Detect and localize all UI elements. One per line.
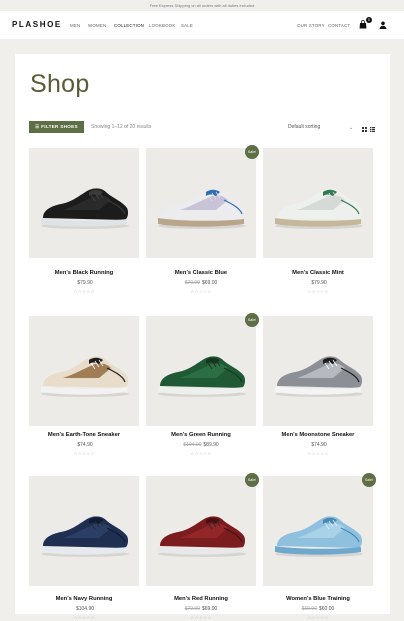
nav-lookbook[interactable]: LOOKBOOK [149, 23, 176, 28]
rating-stars: ☆☆☆☆☆ [190, 615, 212, 620]
current-price: $79.90 [311, 280, 327, 286]
shoe-illustration [41, 188, 129, 229]
filter-icon: ☰ [35, 124, 40, 129]
old-price: $79.90 [184, 606, 200, 612]
product-price: $79.90 [263, 280, 373, 286]
product-image[interactable] [263, 316, 373, 426]
product-name[interactable]: Men's Earth-Tone Sneaker [29, 432, 139, 438]
user-icon [379, 21, 387, 29]
sort-select[interactable]: Default sorting [288, 124, 358, 130]
sale-badge: Sale! [245, 473, 259, 487]
product-image[interactable]: Sale! [263, 473, 376, 586]
shoe-illustration [158, 188, 246, 229]
rating-stars: ☆☆☆☆☆ [73, 451, 95, 456]
shipping-announcement: Free Express Shipping on all orders with… [0, 0, 404, 11]
current-price: $104.90 [75, 606, 95, 612]
rating-stars: ☆☆☆☆☆ [307, 615, 329, 620]
rating-stars: ☆☆☆☆☆ [307, 451, 329, 456]
product-price: $74.90 [263, 442, 373, 448]
product-name[interactable]: Men's Moonstone Sneaker [263, 432, 373, 438]
current-price: $79.90 [77, 280, 93, 286]
nav-women[interactable]: WOMEN [88, 23, 106, 28]
cart-count-badge: 0 [366, 17, 372, 23]
sale-badge: Sale! [245, 145, 259, 159]
account-button[interactable] [379, 21, 388, 30]
current-price: $69.90 [202, 606, 218, 612]
nav-contact[interactable]: CONTACT [328, 23, 350, 28]
nav-men[interactable]: MEN [70, 23, 80, 28]
shoe-illustration [275, 188, 363, 229]
rating-stars: ☆☆☆☆☆ [307, 289, 329, 294]
sale-badge: Sale! [362, 473, 376, 487]
current-price: $69.00 [202, 280, 218, 286]
product-image[interactable] [29, 148, 139, 258]
current-price: $60.00 [319, 606, 335, 612]
main-navigation: PLASHOE MEN WOMEN COLLECTION LOOKBOOK SA… [0, 11, 404, 39]
product-name[interactable]: Men's Classic Mint [263, 270, 373, 276]
product-name[interactable]: Men's Green Running [146, 432, 256, 438]
chevron-down-icon[interactable]: ⌄ [349, 125, 353, 131]
product-image[interactable] [29, 476, 139, 586]
list-view-button[interactable] [370, 127, 375, 132]
cart-button[interactable]: 0 [359, 17, 372, 30]
shop-content: Shop ☰ FILTER SHOES Showing 1–12 of 20 r… [15, 54, 390, 620]
rating-stars: ☆☆☆☆☆ [73, 289, 95, 294]
rating-stars: ☆☆☆☆☆ [190, 289, 212, 294]
product-name[interactable]: Women's Blue Training [263, 596, 373, 602]
result-count: Showing 1–12 of 20 results [91, 124, 152, 130]
site-logo[interactable]: PLASHOE [12, 20, 62, 29]
old-price: $69.90 [301, 606, 317, 612]
list-view-icon [370, 127, 375, 132]
sale-badge: Sale! [245, 313, 259, 327]
rating-stars: ☆☆☆☆☆ [73, 615, 95, 620]
current-price: $74.90 [77, 442, 93, 448]
nav-our-story[interactable]: OUR STORY [297, 23, 325, 28]
filter-shoes-button[interactable]: ☰ FILTER SHOES [29, 121, 84, 133]
grid-view-icon [362, 127, 367, 132]
product-price: $79.90 [29, 280, 139, 286]
filter-shoes-label: FILTER SHOES [41, 124, 78, 129]
grid-view-button[interactable] [362, 127, 367, 132]
old-price: $104.90 [183, 442, 202, 448]
current-price: $74.90 [311, 442, 327, 448]
product-image[interactable]: Sale! [146, 473, 259, 586]
shoe-illustration [41, 516, 129, 557]
shoe-illustration [275, 516, 363, 557]
nav-collection[interactable]: COLLECTION [114, 23, 144, 28]
page-title: Shop [30, 70, 90, 98]
product-image[interactable] [263, 148, 373, 258]
shoe-illustration [158, 356, 246, 397]
product-price: $74.90 [29, 442, 139, 448]
shoe-illustration [158, 516, 246, 557]
rating-stars: ☆☆☆☆☆ [190, 451, 212, 456]
product-price: $104.90 $89.90 [146, 442, 256, 448]
product-image[interactable]: Sale! [146, 313, 259, 426]
product-name[interactable]: Men's Red Running [146, 596, 256, 602]
product-name[interactable]: Men's Black Running [29, 270, 139, 276]
product-price: $79.90 $69.00 [146, 280, 256, 286]
product-price: $69.90 $60.00 [263, 606, 373, 612]
shoe-illustration [41, 356, 129, 397]
current-price: $89.90 [203, 442, 219, 448]
nav-sale[interactable]: SALE [181, 23, 193, 28]
product-name[interactable]: Men's Navy Running [29, 596, 139, 602]
product-name[interactable]: Men's Classic Blue [146, 270, 256, 276]
shoe-illustration [275, 356, 363, 397]
product-image[interactable]: Sale! [146, 145, 259, 258]
product-price: $104.90 [29, 606, 139, 612]
product-price: $79.90 $69.90 [146, 606, 256, 612]
old-price: $79.90 [184, 280, 200, 286]
product-image[interactable] [29, 316, 139, 426]
